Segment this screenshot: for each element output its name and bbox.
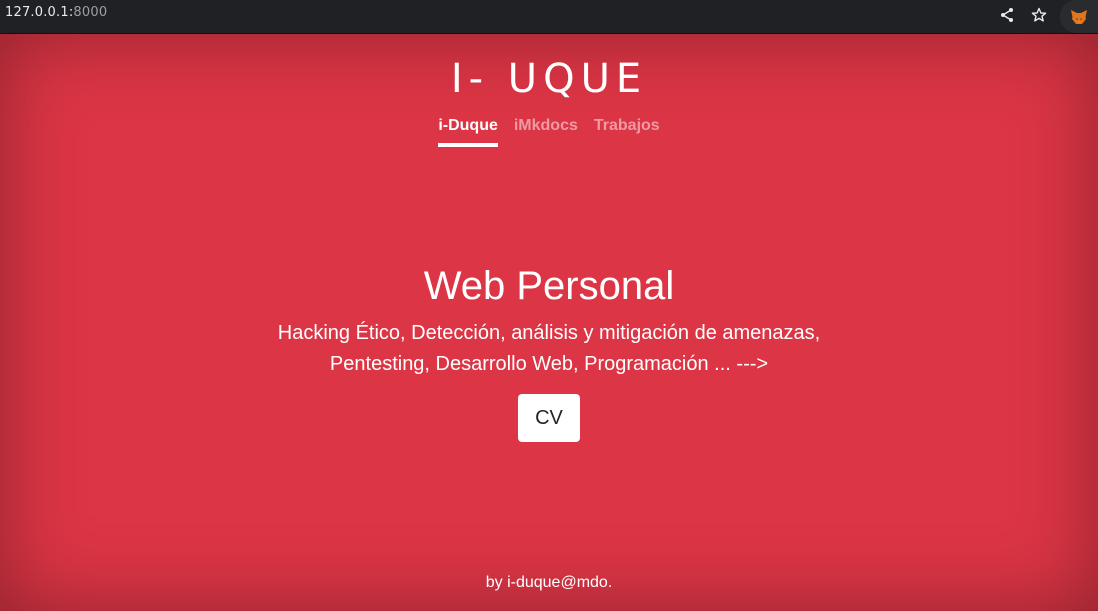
nav-item-trabajos[interactable]: Trabajos xyxy=(594,117,660,147)
url-host: 127.0.0.1: xyxy=(5,5,74,20)
main-nav: i-Duque iMkdocs Trabajos xyxy=(0,117,1098,147)
share-icon[interactable] xyxy=(996,4,1018,26)
fox-extension-icon[interactable] xyxy=(1060,0,1098,33)
browser-toolbar: 127.0.0.1:8000 xyxy=(0,0,1098,34)
cv-button[interactable]: CV xyxy=(518,394,580,442)
hero-description-line-2: Pentesting, Desarrollo Web, Programación… xyxy=(329,353,769,375)
nav-item-imkdocs[interactable]: iMkdocs xyxy=(514,117,578,147)
site-brand[interactable]: I- UQUE xyxy=(0,56,1098,102)
url-port: 8000 xyxy=(73,5,108,20)
star-icon[interactable] xyxy=(1028,4,1050,26)
hero-description: Hacking Ético, Detección, análisis y mit… xyxy=(239,318,859,380)
hero-description-line-1: Hacking Ético, Detección, análisis y mit… xyxy=(277,322,821,344)
main-page: I- UQUE i-Duque iMkdocs Trabajos Web Per… xyxy=(0,34,1098,611)
nav-item-i-duque[interactable]: i-Duque xyxy=(438,117,498,147)
hero-title: Web Personal xyxy=(423,264,675,308)
hero-section: Web Personal Hacking Ético, Detección, a… xyxy=(0,260,1098,442)
footer-text: by i-duque@mdo. xyxy=(485,574,613,591)
address-bar[interactable]: 127.0.0.1:8000 xyxy=(5,5,107,20)
